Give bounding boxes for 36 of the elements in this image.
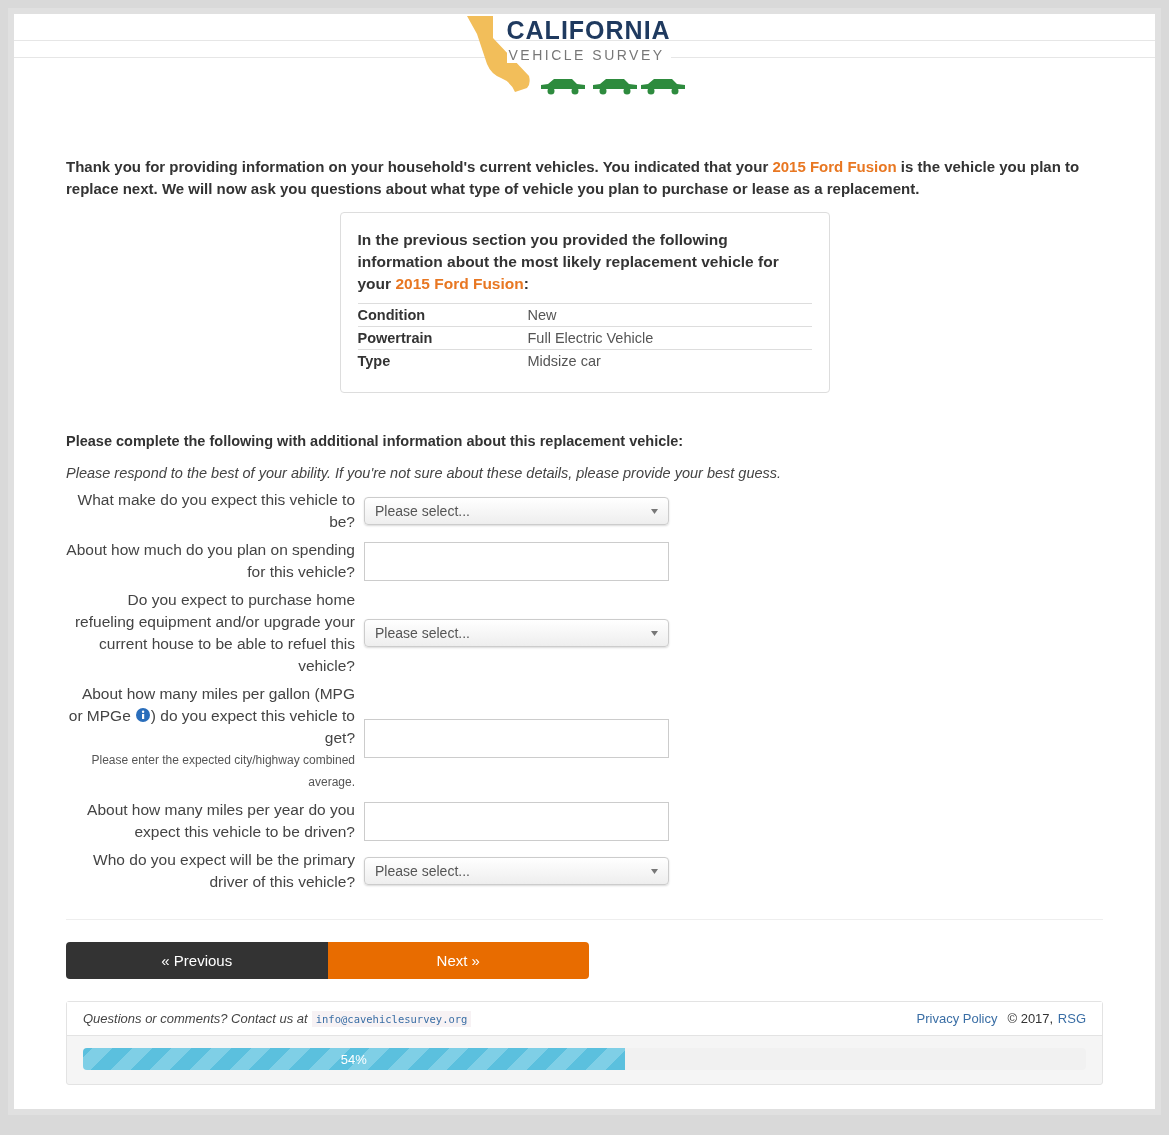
section-heading: Please complete the following with additional information about this replacement vehicle: — [66, 433, 685, 449]
info-icon[interactable] — [135, 708, 150, 722]
progress-label: 54% — [340, 1051, 367, 1067]
company-link[interactable]: RSG — [1057, 1011, 1086, 1026]
logo-title: CALIFORNIA — [506, 16, 671, 45]
question-label: About how many miles per year do you expect this vehicle to be driven? — [87, 801, 355, 840]
question-label: What make do you expect this vehicle to be? — [77, 491, 355, 530]
previous-button[interactable]: « Previous — [66, 942, 328, 979]
summary-value: Full Electric Vehicle — [527, 329, 654, 348]
caret-icon — [651, 868, 658, 874]
summary-value: New — [527, 306, 557, 325]
question-label: Do you expect to purchase home refueling equipment and/or upgrade your current house to be able to refuel this vehicle? — [74, 591, 355, 674]
summary-label: Type — [357, 352, 392, 371]
select-dropdown[interactable]: Please select... — [364, 497, 669, 525]
contact-text: Questions or comments? Contact us at — [83, 1011, 308, 1026]
intro-text: Thank you for providing information on your household's current vehicles. You indicated that your 2015 Ford Fusion is the vehicle you plan to replace next. We will now ask you questions about what type of vehicle you plan to purchase or lease as a replacement. — [66, 157, 1081, 199]
privacy-link[interactable]: Privacy Policy — [916, 1011, 998, 1026]
input-field[interactable] — [364, 541, 669, 581]
summary-label: Condition — [357, 306, 427, 325]
caret-icon — [651, 630, 658, 636]
summary-text: In the previous section you provided the following information about the most likely replacement vehicle for your 2015 Ford Fusion: — [357, 230, 780, 294]
email-address: info@cavehiclesurvey.org — [311, 1011, 472, 1027]
caret-icon — [651, 508, 658, 514]
select-dropdown[interactable]: Please select... — [364, 619, 669, 647]
question-label: Who do you expect will be the primary driver of this vehicle? — [93, 851, 355, 890]
logo-subtitle: VEHICLE SURVEY — [506, 47, 671, 63]
question-label: About how many miles per gallon (MPG or MPGe ) do you expect this vehicle to get? — [68, 685, 355, 746]
copyright-text: © 2017, — [1007, 1011, 1054, 1026]
summary-label: Powertrain — [357, 329, 434, 348]
instructions-text: Please respond to the best of your ability. If you're not sure about these details, please provide your best guess. — [66, 465, 783, 481]
summary-value: Midsize car — [527, 352, 601, 371]
select-dropdown[interactable]: Please select... — [364, 857, 669, 885]
input-field[interactable] — [364, 718, 669, 758]
input-field[interactable] — [364, 801, 669, 841]
question-hint: Please enter the expected city/highway combined average. — [90, 752, 355, 791]
question-label: About how much do you plan on spending for this vehicle? — [66, 541, 355, 580]
